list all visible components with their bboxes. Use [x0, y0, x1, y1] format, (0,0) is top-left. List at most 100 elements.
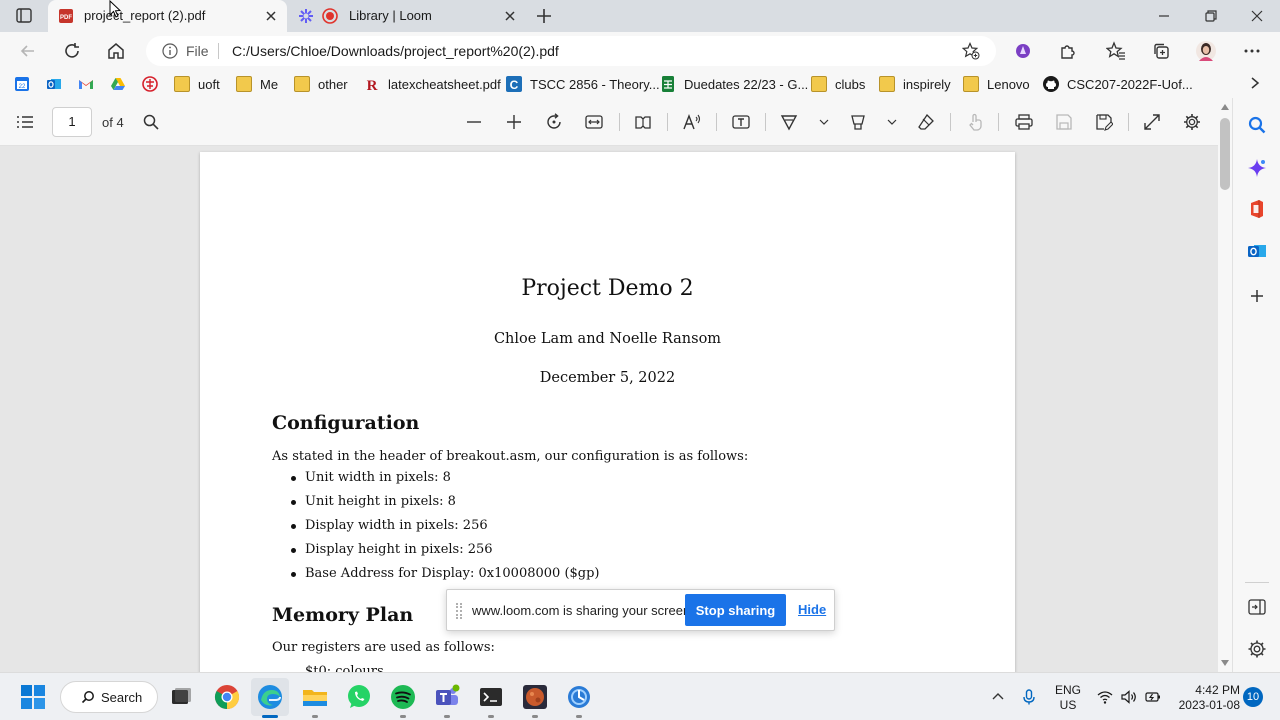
bookmark-calendar[interactable]: 22 — [14, 75, 30, 93]
read-aloud-icon[interactable] — [683, 113, 701, 131]
bookmark-duedates[interactable]: Duedates 22/23 - G... — [660, 75, 808, 93]
tab-loom-library[interactable]: Library | Loom — [290, 0, 524, 32]
taskbar-search[interactable]: Search — [60, 681, 158, 713]
page-number-input[interactable]: 1 — [52, 107, 92, 137]
back-icon[interactable] — [18, 41, 38, 61]
bookmark-gmail[interactable] — [78, 75, 94, 93]
stop-sharing-button[interactable]: Stop sharing — [685, 594, 786, 626]
fullscreen-icon[interactable] — [1143, 113, 1161, 131]
windows-start-icon[interactable] — [20, 684, 46, 710]
tab-pdf-report[interactable]: PDF project_report (2).pdf — [48, 0, 287, 32]
text-box-icon[interactable] — [732, 113, 750, 131]
document-authors: Chloe Lam and Noelle Ransom — [493, 331, 722, 347]
page-view-icon[interactable] — [634, 113, 652, 131]
chevron-down-icon[interactable] — [815, 113, 833, 131]
fit-width-icon[interactable] — [585, 113, 603, 131]
add-favorite-icon[interactable] — [962, 42, 980, 60]
spotify-icon[interactable] — [390, 684, 416, 710]
search-icon[interactable] — [1247, 115, 1267, 135]
bookmark-kanji[interactable] — [142, 75, 158, 93]
close-window-icon[interactable] — [1249, 8, 1265, 24]
volume-icon[interactable] — [1121, 689, 1137, 705]
chrome-icon[interactable] — [214, 684, 240, 710]
touch-icon[interactable] — [966, 113, 984, 131]
save-as-icon[interactable] — [1095, 113, 1113, 131]
microphone-icon[interactable] — [1021, 689, 1037, 705]
mars-app-icon[interactable] — [522, 684, 548, 710]
rotate-icon[interactable] — [545, 113, 563, 131]
table-of-contents-icon[interactable] — [16, 113, 34, 131]
print-icon[interactable] — [1015, 113, 1033, 131]
draw-icon[interactable] — [780, 113, 798, 131]
bookmark-csc207[interactable]: CSC207-2022F-Uof... — [1043, 75, 1193, 93]
close-tab-icon[interactable] — [263, 8, 279, 24]
eraser-icon[interactable] — [917, 113, 935, 131]
favorites-icon[interactable] — [1106, 41, 1126, 61]
hide-link[interactable]: Hide — [798, 602, 826, 617]
whatsapp-icon[interactable] — [346, 684, 372, 710]
info-icon[interactable] — [162, 43, 178, 59]
bookmark-folder-other[interactable]: other — [294, 75, 348, 93]
bookmark-outlook[interactable] — [46, 75, 62, 93]
clock[interactable]: 4:42 PM 2023-01-08 — [1178, 683, 1240, 713]
refresh-icon[interactable] — [62, 41, 82, 61]
bookmark-latexcheatsheet[interactable]: R latexcheatsheet.pdf — [364, 75, 501, 93]
save-icon[interactable] — [1055, 113, 1073, 131]
url-text[interactable]: C:/Users/Chloe/Downloads/project_report%… — [232, 43, 559, 59]
bookmark-label: latexcheatsheet.pdf — [388, 76, 501, 92]
notification-badge[interactable]: 10 — [1243, 687, 1263, 707]
bookmark-folder-me[interactable]: Me — [236, 75, 278, 93]
profile-avatar[interactable] — [1196, 41, 1216, 61]
running-indicator — [312, 715, 318, 718]
extension-purple-icon[interactable] — [1013, 41, 1033, 61]
tab-strip: PDF project_report (2).pdf Library | Loo… — [0, 0, 1280, 32]
sidebar-layout-icon[interactable] — [1247, 597, 1267, 617]
bookmark-folder-clubs[interactable]: clubs — [811, 75, 865, 93]
terminal-icon[interactable] — [478, 684, 504, 710]
scroll-down-icon[interactable] — [1221, 660, 1229, 666]
highlight-icon[interactable] — [849, 113, 867, 131]
wifi-icon[interactable] — [1097, 689, 1113, 705]
battery-icon[interactable] — [1145, 689, 1161, 705]
restore-icon[interactable] — [1203, 8, 1219, 24]
system-app-icon[interactable] — [566, 684, 592, 710]
add-icon[interactable] — [1247, 286, 1267, 306]
outlook-icon — [46, 76, 62, 92]
office-icon[interactable] — [1247, 199, 1267, 219]
language-indicator[interactable]: ENG US — [1050, 683, 1086, 713]
bookmark-folder-uoft[interactable]: uoft — [174, 75, 220, 93]
scroll-thumb[interactable] — [1220, 118, 1230, 190]
zoom-out-icon[interactable] — [465, 113, 483, 131]
bookmark-drive[interactable] — [110, 75, 126, 93]
minimize-icon[interactable] — [1156, 8, 1172, 24]
settings-gear-icon[interactable] — [1183, 113, 1201, 131]
bookmark-folder-inspirely[interactable]: inspirely — [879, 75, 951, 93]
close-tab-icon[interactable] — [502, 8, 518, 24]
copilot-sparkle-icon[interactable] — [1247, 158, 1267, 178]
zoom-in-icon[interactable] — [505, 113, 523, 131]
document-title: Project Demo 2 — [521, 276, 694, 301]
settings-gear-icon[interactable] — [1247, 639, 1267, 659]
edge-icon[interactable] — [257, 684, 283, 710]
extensions-icon[interactable] — [1058, 41, 1078, 61]
drag-handle-icon[interactable] — [456, 603, 462, 619]
bookmark-tscc[interactable]: C TSCC 2856 - Theory... — [506, 75, 660, 93]
chevron-up-icon[interactable] — [990, 689, 1006, 705]
chevron-right-icon[interactable] — [1248, 76, 1262, 90]
tab-actions-icon[interactable] — [12, 6, 36, 26]
new-tab-icon[interactable] — [535, 7, 553, 25]
more-menu-icon[interactable] — [1242, 41, 1262, 61]
task-view-icon[interactable] — [168, 684, 194, 710]
address-bar[interactable]: File C:/Users/Chloe/Downloads/project_re… — [146, 36, 996, 66]
teams-icon[interactable] — [434, 684, 460, 710]
home-icon[interactable] — [106, 41, 126, 61]
bookmark-folder-lenovo[interactable]: Lenovo — [963, 75, 1030, 93]
divider — [667, 113, 668, 131]
scroll-up-icon[interactable] — [1221, 104, 1229, 110]
chevron-down-icon[interactable] — [883, 113, 901, 131]
collections-icon[interactable] — [1151, 41, 1171, 61]
vertical-scrollbar[interactable] — [1218, 98, 1232, 672]
file-explorer-icon[interactable] — [302, 684, 328, 710]
search-icon[interactable] — [142, 113, 160, 131]
outlook-icon[interactable] — [1247, 241, 1267, 261]
